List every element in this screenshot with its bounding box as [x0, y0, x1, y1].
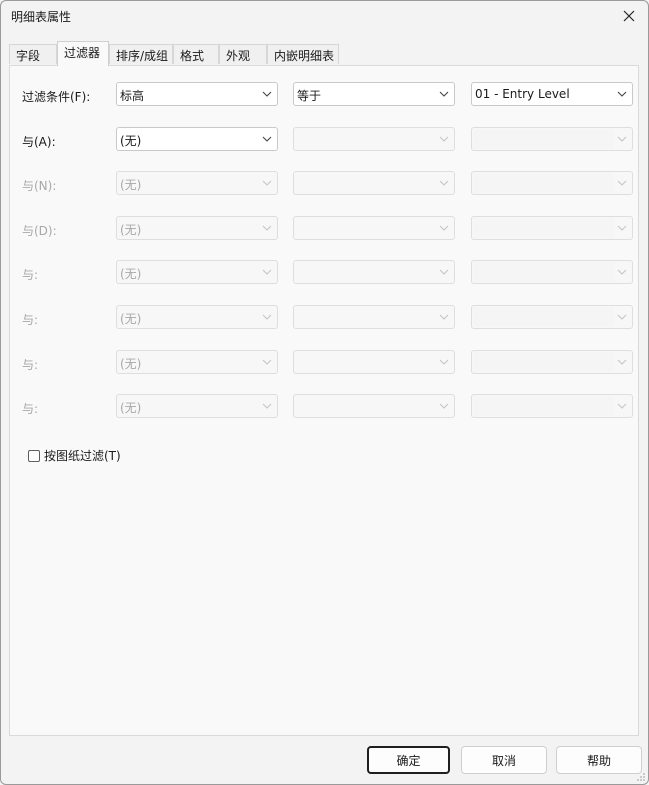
chevron-down-icon [439, 359, 449, 365]
chevron-down-icon [262, 91, 272, 97]
filter-operator-8-select [293, 394, 455, 418]
title-bar: 明细表属性 [1, 1, 648, 31]
filter-label-5: 与: [22, 268, 39, 282]
filter-operator-5-select [293, 260, 455, 284]
filter-panel: 过滤条件(F): 标高 等于 01 - Entry Level 与(A): (无… [9, 65, 639, 736]
filter-field-8-value: (无) [120, 401, 142, 415]
filter-operator-2-select [293, 127, 455, 151]
filter-label-8: 与: [22, 402, 39, 416]
filter-value-6-select [471, 305, 633, 329]
filter-by-sheet-label: 按图纸过滤(T) [44, 449, 121, 463]
filter-field-5-value: (无) [120, 267, 142, 281]
filter-operator-1-select[interactable]: 等于 [293, 82, 455, 106]
tab-embedded-schedule[interactable]: 内嵌明细表 [267, 44, 339, 64]
filter-field-4-value: (无) [120, 223, 142, 237]
filter-label-2: 与(A): [22, 135, 56, 149]
chevron-down-icon [262, 136, 272, 142]
filter-label-4: 与(D): [22, 224, 57, 238]
chevron-down-icon [439, 136, 449, 142]
tab-filter[interactable]: 过滤器 [57, 41, 109, 66]
filter-field-7-value: (无) [120, 357, 142, 371]
tab-formatting[interactable]: 格式 [173, 44, 219, 64]
close-button[interactable] [616, 4, 642, 28]
filter-label-1: 过滤条件(F): [22, 90, 91, 104]
filter-field-2-select[interactable]: (无) [116, 127, 278, 151]
close-icon [623, 10, 635, 22]
filter-operator-4-select [293, 216, 455, 240]
chevron-down-icon [617, 136, 627, 142]
filter-field-5-select: (无) [116, 260, 278, 284]
filter-operator-6-select [293, 305, 455, 329]
filter-value-1-select[interactable]: 01 - Entry Level [471, 82, 633, 106]
filter-value-7-select [471, 350, 633, 374]
filter-label-3: 与(N): [22, 179, 57, 193]
chevron-down-icon [617, 403, 627, 409]
filter-field-2-value: (无) [120, 134, 142, 148]
filter-value-4-select [471, 216, 633, 240]
chevron-down-icon [617, 91, 627, 97]
chevron-down-icon [617, 225, 627, 231]
chevron-down-icon [262, 225, 272, 231]
dialog-window: 明细表属性 字段 过滤器 排序/成组 格式 外观 内嵌明细表 过滤条件(F): … [0, 0, 649, 785]
tab-appearance[interactable]: 外观 [219, 44, 267, 64]
filter-operator-3-select [293, 171, 455, 195]
filter-value-2-select [471, 127, 633, 151]
filter-by-sheet-option[interactable]: 按图纸过滤(T) [28, 447, 121, 464]
cancel-button[interactable]: 取消 [461, 746, 547, 774]
chevron-down-icon [262, 269, 272, 275]
chevron-down-icon [439, 91, 449, 97]
chevron-down-icon [439, 403, 449, 409]
filter-value-5-select [471, 260, 633, 284]
resize-grip-icon[interactable] [636, 772, 646, 782]
filter-by-sheet-checkbox[interactable] [28, 449, 40, 462]
filter-field-6-select: (无) [116, 305, 278, 329]
filter-field-3-select: (无) [116, 171, 278, 195]
chevron-down-icon [617, 359, 627, 365]
filter-value-3-select [471, 171, 633, 195]
chevron-down-icon [617, 269, 627, 275]
filter-label-7: 与: [22, 358, 39, 372]
chevron-down-icon [262, 359, 272, 365]
window-title: 明细表属性 [11, 10, 72, 24]
tab-fields[interactable]: 字段 [9, 44, 57, 64]
chevron-down-icon [439, 180, 449, 186]
chevron-down-icon [262, 314, 272, 320]
filter-field-1-value: 标高 [120, 89, 145, 103]
filter-field-8-select: (无) [116, 394, 278, 418]
help-button[interactable]: 帮助 [556, 746, 642, 774]
chevron-down-icon [262, 403, 272, 409]
filter-field-4-select: (无) [116, 216, 278, 240]
ok-button[interactable]: 确定 [367, 746, 450, 774]
filter-label-6: 与: [22, 313, 39, 327]
chevron-down-icon [617, 314, 627, 320]
chevron-down-icon [439, 314, 449, 320]
chevron-down-icon [439, 269, 449, 275]
filter-field-7-select: (无) [116, 350, 278, 374]
tab-sorting-grouping[interactable]: 排序/成组 [109, 44, 173, 64]
chevron-down-icon [262, 180, 272, 186]
filter-operator-1-value: 等于 [297, 89, 322, 103]
chevron-down-icon [617, 180, 627, 186]
chevron-down-icon [439, 225, 449, 231]
filter-field-3-value: (无) [120, 178, 142, 192]
filter-field-1-select[interactable]: 标高 [116, 82, 278, 106]
filter-value-1-value: 01 - Entry Level [475, 87, 570, 101]
filter-value-8-select [471, 394, 633, 418]
filter-field-6-value: (无) [120, 312, 142, 326]
filter-operator-7-select [293, 350, 455, 374]
